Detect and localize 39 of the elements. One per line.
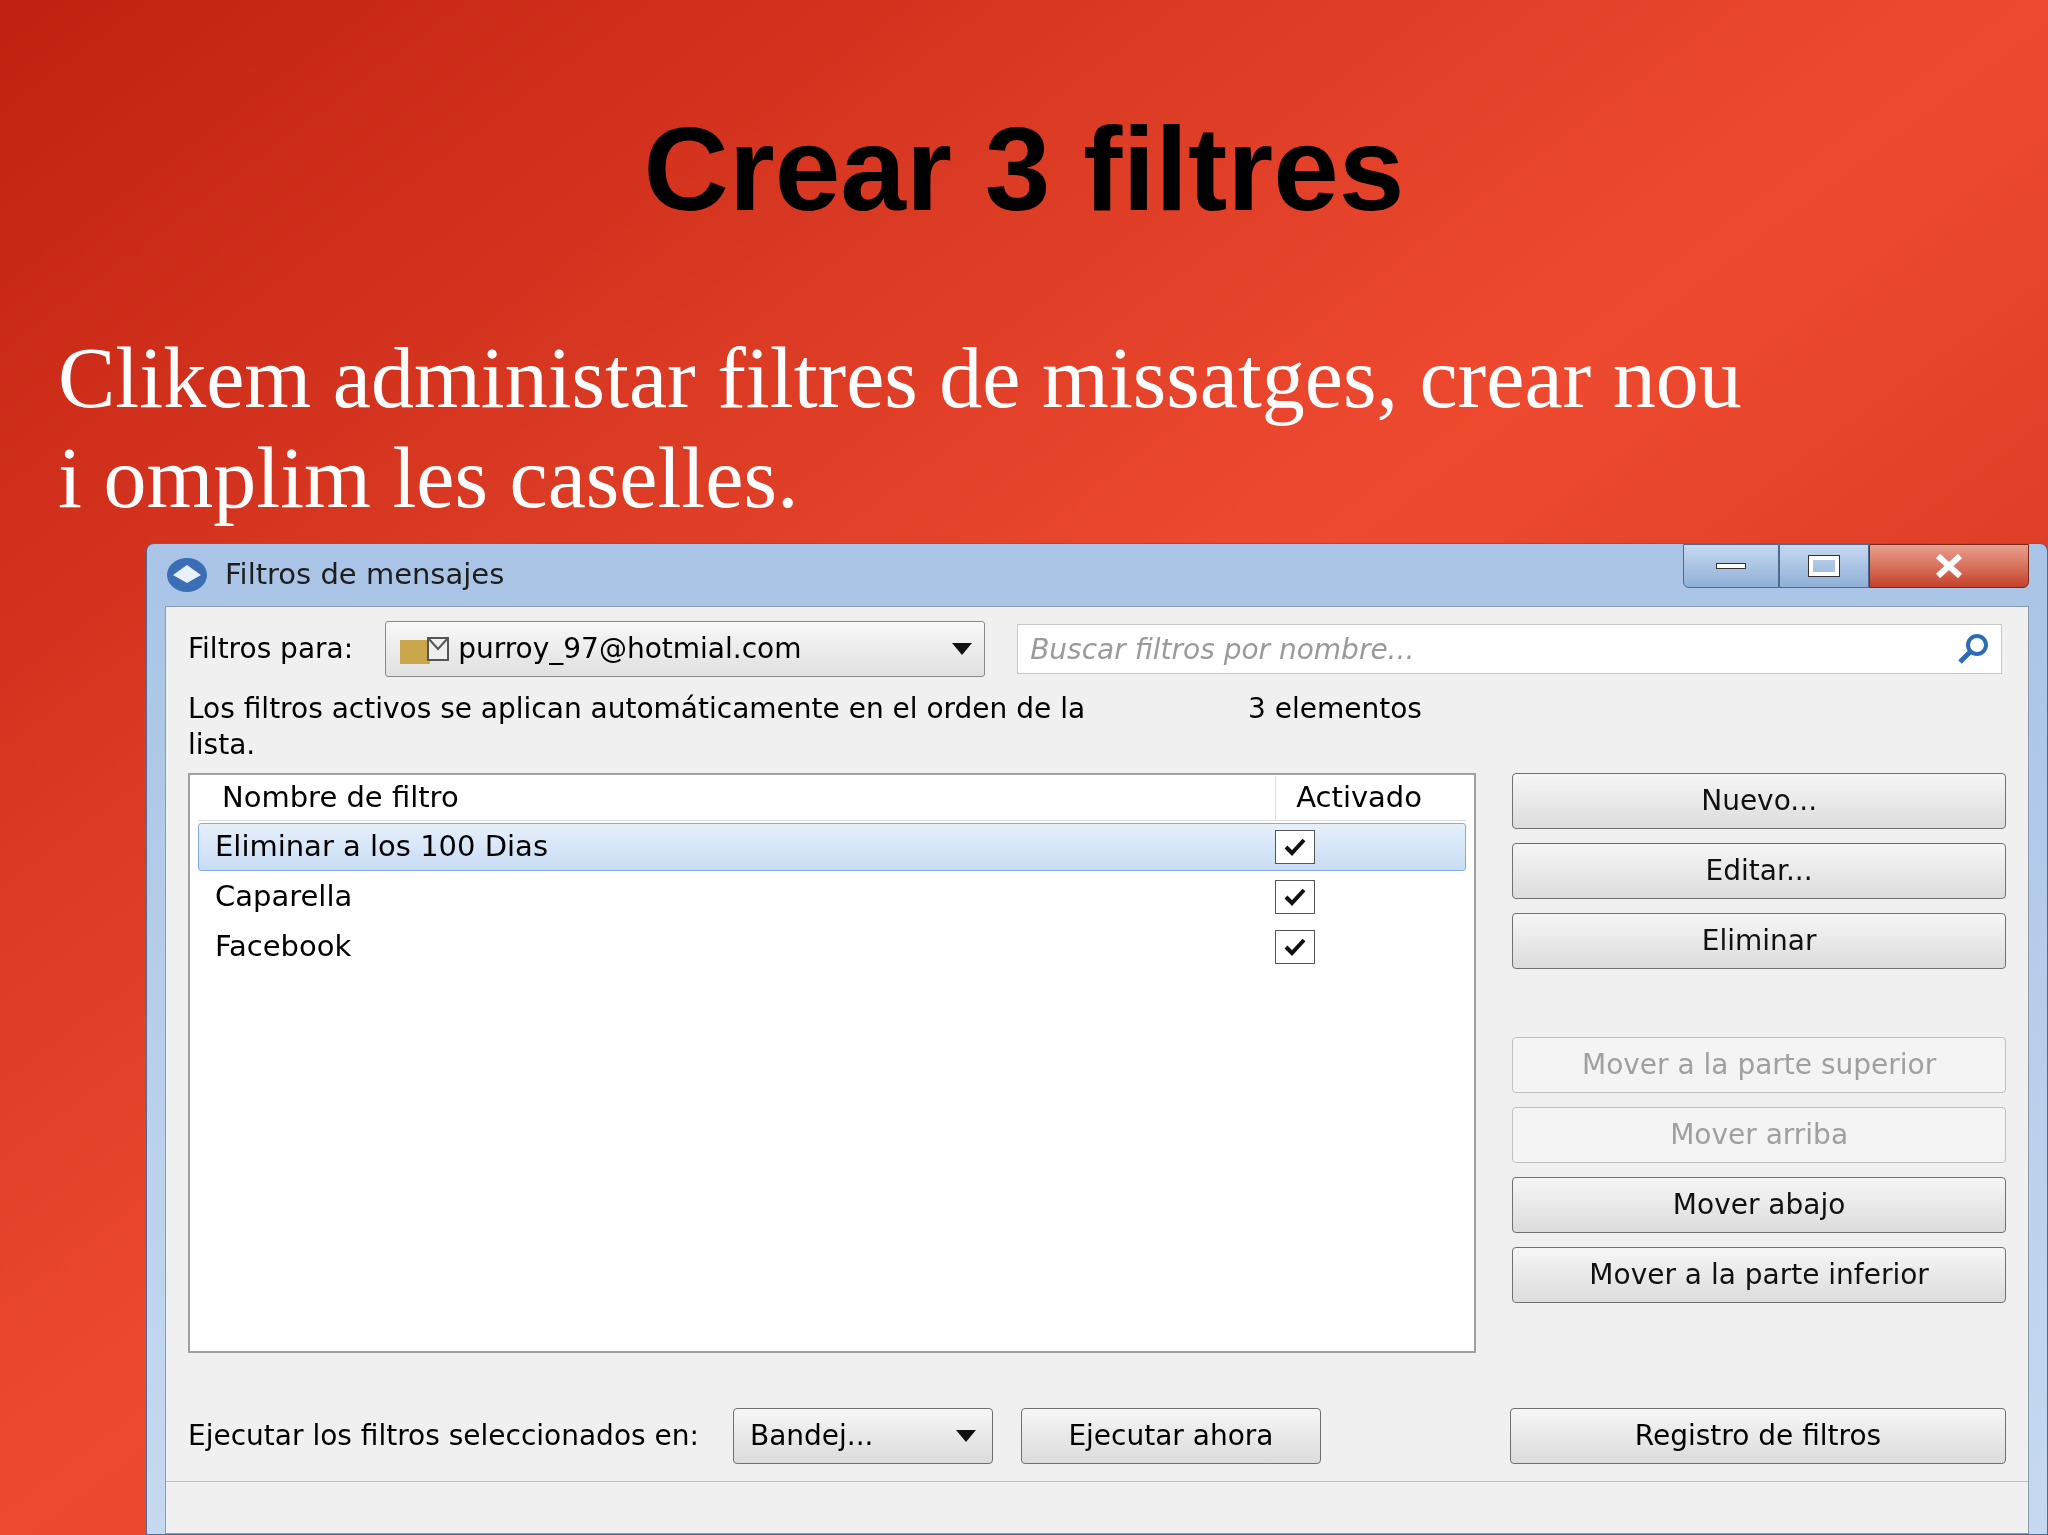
filter-log-button[interactable]: Registro de filtros: [1510, 1408, 2006, 1464]
slide-text: Clikem administar filtres de missatges, crear nou i omplim les caselles.: [58, 329, 1743, 528]
search-field[interactable]: Buscar filtros por nombre...: [1017, 624, 2002, 674]
filter-name: Eliminar a los 100 Dias: [214, 828, 549, 866]
close-icon: [1934, 554, 1964, 578]
enabled-checkbox[interactable]: [1275, 830, 1316, 864]
filters-for-label: Filtros para:: [188, 631, 354, 667]
enabled-checkbox[interactable]: [1275, 930, 1316, 964]
caret-icon: [952, 643, 973, 655]
filter-row[interactable]: Eliminar a los 100 Dias: [198, 823, 1467, 871]
enabled-checkbox[interactable]: [1275, 880, 1316, 914]
account-dropdown[interactable]: purroy_97@hotmial.com: [385, 621, 986, 677]
checkmark-icon: [1283, 937, 1308, 957]
action-button[interactable]: Mover a la parte inferior: [1512, 1247, 2006, 1303]
folder-dropdown[interactable]: Bandej...: [732, 1408, 993, 1464]
app-icon: [165, 555, 209, 595]
run-now-button[interactable]: Ejecutar ahora: [1020, 1408, 1321, 1464]
search-icon: [1956, 632, 1990, 666]
filter-name: Caparella: [214, 878, 354, 916]
filter-count: 3 elementos: [1248, 691, 1422, 727]
action-button[interactable]: Mover abajo: [1512, 1177, 2006, 1233]
close-button[interactable]: [1869, 544, 2029, 588]
window-title: Filtros de mensajes: [225, 556, 505, 594]
checkmark-icon: [1283, 837, 1308, 857]
action-button[interactable]: Eliminar: [1512, 913, 2006, 969]
filter-name: Facebook: [214, 928, 353, 966]
run-label: Ejecutar los filtros seleccionados en:: [188, 1418, 699, 1454]
slide-title: Crear 3 filtres: [642, 102, 1406, 228]
column-header[interactable]: Nombre de filtro: [198, 775, 1277, 820]
checkmark-icon: [1283, 887, 1308, 907]
caret-icon: [955, 1430, 976, 1442]
filter-row[interactable]: Facebook: [198, 923, 1467, 971]
filter-row[interactable]: Caparella: [198, 873, 1467, 921]
action-button[interactable]: Nuevo...: [1512, 773, 2006, 829]
maximize-button[interactable]: [1779, 544, 1869, 588]
action-button[interactable]: Editar...: [1512, 843, 2006, 899]
minimize-button[interactable]: [1683, 544, 1779, 588]
column-header[interactable]: Activado: [1276, 775, 1467, 820]
description-text: Los filtros activos se aplican automáticamente en el orden de la lista.: [188, 691, 1087, 761]
